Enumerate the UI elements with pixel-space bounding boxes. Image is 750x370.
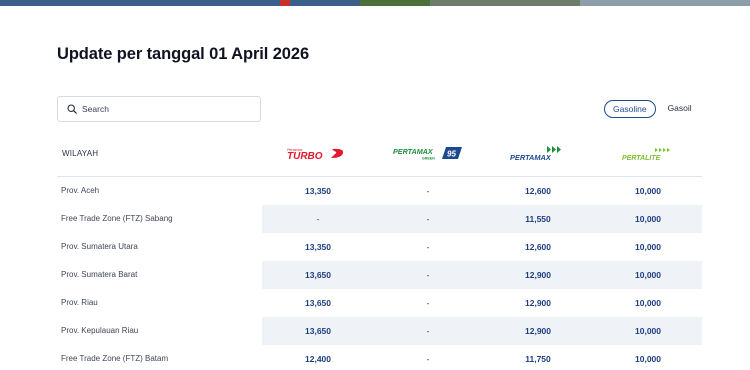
price-cell: - (426, 214, 430, 224)
price-cell: - (426, 354, 430, 364)
price-cell: 10,000 (635, 354, 661, 364)
table-row: Prov. Aceh 13,350 - 12,600 10,000 (57, 177, 702, 205)
svg-text:95: 95 (447, 150, 456, 159)
region-name: Prov. Kepulauan Riau (61, 326, 139, 335)
price-cell: 10,000 (635, 298, 661, 308)
price-cell: 11,550 (525, 214, 551, 224)
price-cell: - (426, 326, 430, 336)
svg-text:GREEN: GREEN (422, 157, 435, 161)
price-cell: 12,600 (525, 242, 551, 252)
region-column-header: WILAYAH (62, 149, 99, 158)
search-icon (67, 104, 77, 114)
price-cell: 11,750 (525, 354, 551, 364)
price-cell: 13,650 (305, 298, 331, 308)
price-cell: 13,650 (305, 326, 331, 336)
price-cell: 10,000 (635, 186, 661, 196)
page-title: Update per tanggal 01 April 2026 (57, 45, 310, 63)
table-row: Prov. Sumatera Utara 13,350 - 12,600 10,000 (57, 233, 702, 261)
table-row: Prov. Sumatera Barat 13,650 - 12,900 10,000 (57, 261, 702, 289)
fuel-price-table: WILAYAH Pertamax TURBO PERTAMAX GREEN 95… (57, 134, 702, 370)
pertamax-green-95-logo: PERTAMAX GREEN 95 (383, 145, 473, 161)
svg-text:PERTALITE: PERTALITE (622, 155, 661, 162)
svg-text:PERTAMAX: PERTAMAX (510, 153, 552, 162)
price-cell: - (426, 298, 430, 308)
price-cell: - (426, 186, 430, 196)
pertamax-logo: PERTAMAX (493, 145, 583, 163)
price-cell: 12,900 (525, 270, 551, 280)
price-cell: 10,000 (635, 242, 661, 252)
search-input[interactable] (82, 104, 252, 114)
price-cell: - (316, 214, 320, 224)
pertalite-logo: PERTALITE (603, 145, 693, 163)
price-cell: 13,350 (305, 242, 331, 252)
region-name: Prov. Riau (61, 298, 98, 307)
price-cell: - (426, 270, 430, 280)
table-row: Prov. Kepulauan Riau 13,650 - 12,900 10,000 (57, 317, 702, 345)
price-cell: 12,900 (525, 326, 551, 336)
region-name: Prov. Aceh (61, 186, 100, 195)
region-name: Prov. Sumatera Barat (61, 270, 138, 279)
tab-gasoline[interactable]: Gasoline (604, 100, 656, 118)
search-field[interactable] (57, 96, 261, 122)
price-cell: 13,350 (305, 186, 331, 196)
price-cell: - (426, 242, 430, 252)
table-row: Prov. Riau 13,650 - 12,900 10,000 (57, 289, 702, 317)
region-name: Free Trade Zone (FTZ) Sabang (61, 214, 173, 223)
price-cell: 12,600 (525, 186, 551, 196)
region-name: Prov. Sumatera Utara (61, 242, 138, 251)
price-cell: 12,900 (525, 298, 551, 308)
table-row: Free Trade Zone (FTZ) Sabang - - 11,550 10,0… (57, 205, 702, 233)
fuel-type-toggle: Gasoline Gasoil (604, 100, 700, 118)
table-body: Prov. Aceh 13,350-12,600 10,000 Free Trade … (57, 177, 702, 370)
price-cell: 10,000 (635, 214, 661, 224)
pertamax-turbo-logo: Pertamax TURBO (273, 145, 363, 161)
price-cell: 10,000 (635, 270, 661, 280)
price-cell: 13,650 (305, 270, 331, 280)
region-name: Free Trade Zone (FTZ) Batam (61, 354, 169, 363)
price-cell: 12,400 (305, 354, 331, 364)
table-row: Free Trade Zone (FTZ) Batam 12,400 - 11,750… (57, 345, 702, 370)
table-header: WILAYAH Pertamax TURBO PERTAMAX GREEN 95… (57, 134, 702, 177)
svg-text:PERTAMAX: PERTAMAX (393, 147, 434, 156)
svg-text:TURBO: TURBO (287, 151, 323, 161)
tab-gasoil[interactable]: Gasoil (660, 100, 700, 118)
hero-image-strip (0, 0, 750, 6)
price-cell: 10,000 (635, 326, 661, 336)
